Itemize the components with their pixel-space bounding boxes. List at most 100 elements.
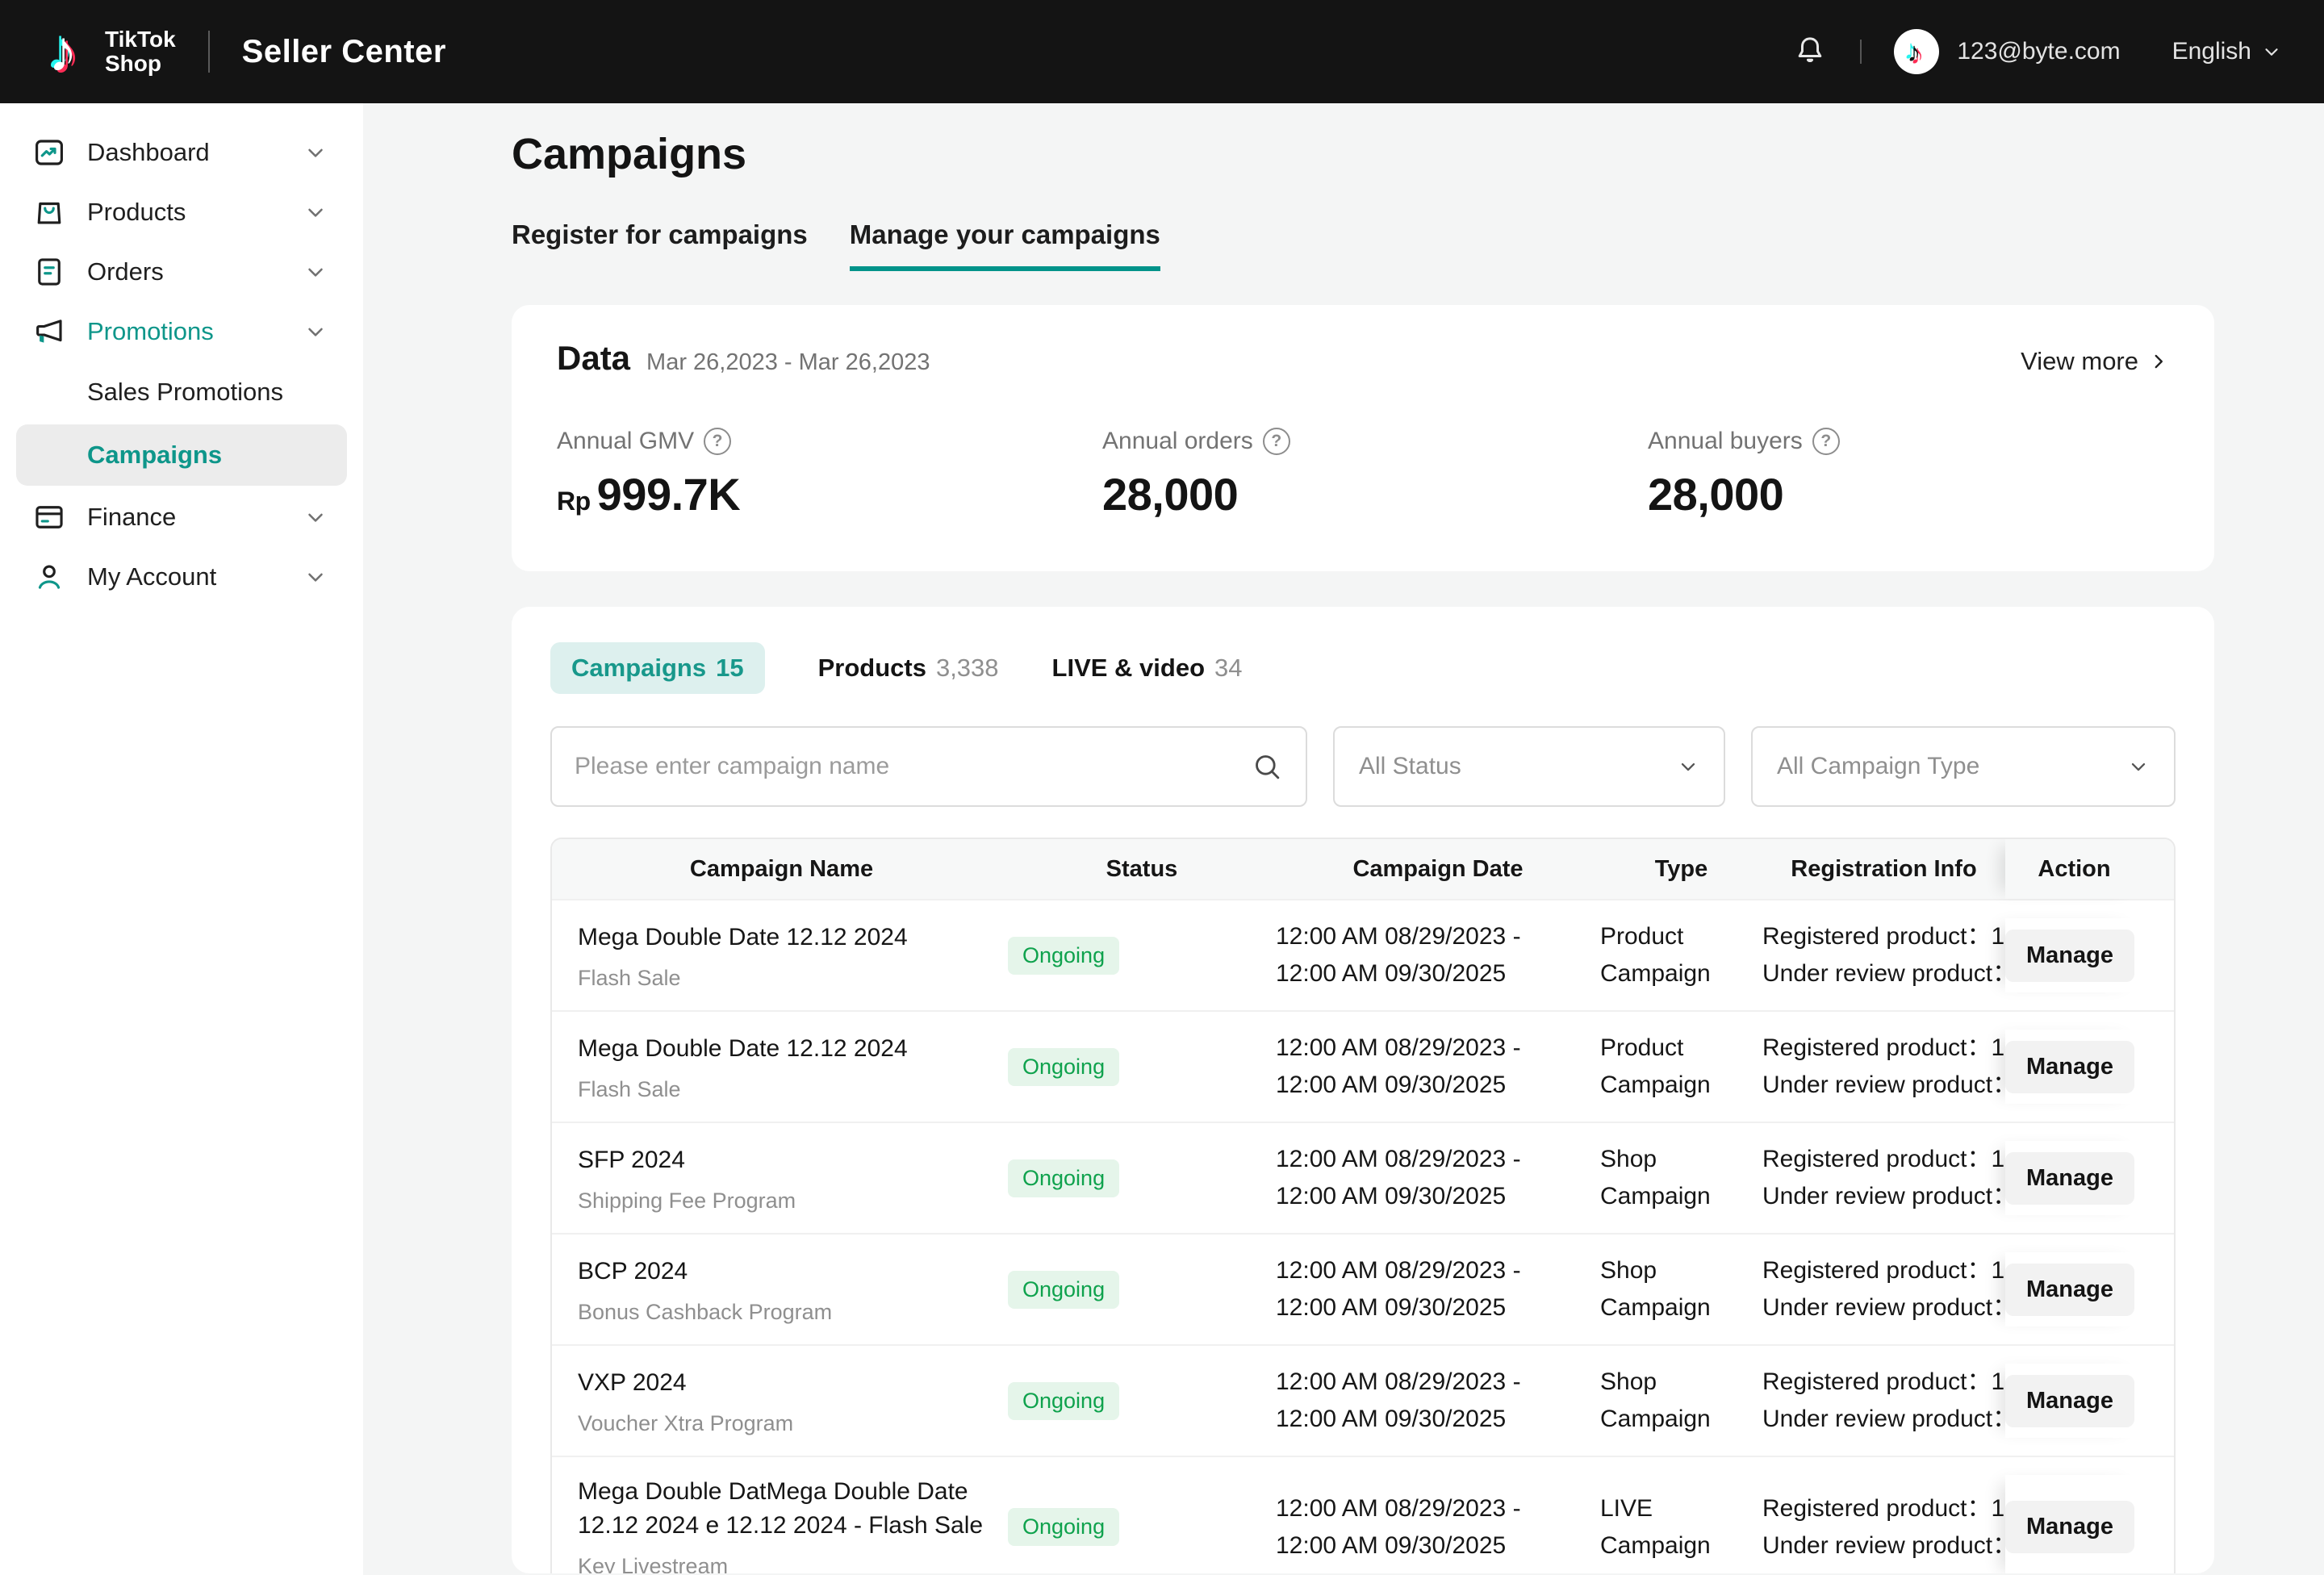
data-card-title: Data	[557, 339, 630, 378]
col-registration-info: Registration Info	[1762, 839, 2005, 899]
status-badge: Ongoing	[1008, 1159, 1119, 1197]
manage-button[interactable]: Manage	[2005, 1375, 2134, 1427]
status-badge: Ongoing	[1008, 937, 1119, 975]
view-more-link[interactable]: View more	[2021, 347, 2169, 376]
sidebar-item-dashboard[interactable]: Dashboard	[0, 123, 363, 182]
search-icon[interactable]	[1251, 750, 1283, 783]
campaign-search	[550, 726, 1307, 807]
notification-bell-icon[interactable]	[1792, 34, 1828, 69]
sidebar-item-my-account[interactable]: My Account	[0, 547, 363, 607]
chevron-down-icon	[303, 260, 328, 284]
sidebar-item-products[interactable]: Products	[0, 182, 363, 242]
tab-register-for-campaigns[interactable]: Register for campaigns	[512, 219, 808, 271]
metric-annual-buyers: Annual buyers? 28,000	[1648, 428, 2169, 520]
products-icon	[32, 195, 66, 229]
topbar: ♪♪♪ TikTokShop Seller Center ♪♪♪ 123@byt…	[0, 0, 2324, 103]
campaign-subtitle: Key Livestream	[578, 1554, 985, 1573]
table-header-row: Campaign Name Status Campaign Date Type …	[552, 839, 2174, 899]
col-campaign-name: Campaign Name	[552, 839, 1008, 899]
tab-products[interactable]: Products 3,338	[818, 642, 999, 694]
sidebar-item-orders[interactable]: Orders	[0, 242, 363, 302]
topbar-divider	[208, 31, 210, 73]
table-row: Mega Double DatMega Double Date 12.12 20…	[552, 1456, 2174, 1573]
campaign-subtitle: Bonus Cashback Program	[578, 1300, 985, 1325]
sidebar-item-promotions[interactable]: Promotions	[0, 302, 363, 361]
manage-button[interactable]: Manage	[2005, 1264, 2134, 1316]
topbar-separator	[1860, 40, 1862, 64]
page-title: Campaigns	[512, 129, 2214, 179]
filter-row: All Status All Campaign Type	[550, 726, 2176, 807]
col-action: Action	[2005, 839, 2143, 899]
data-date-range: Mar 26,2023 - Mar 26,2023	[646, 349, 930, 376]
campaigns-table: Campaign Name Status Campaign Date Type …	[550, 838, 2176, 1573]
status-badge: Ongoing	[1008, 1382, 1119, 1420]
chevron-down-icon	[303, 200, 328, 224]
seller-center-title: Seller Center	[242, 34, 446, 70]
manage-button[interactable]: Manage	[2005, 930, 2134, 982]
tiktok-shop-logo[interactable]: ♪♪♪ TikTokShop	[48, 21, 176, 82]
manage-button[interactable]: Manage	[2005, 1501, 2134, 1553]
campaign-subtitle: Voucher Xtra Program	[578, 1411, 985, 1436]
data-card: Data Mar 26,2023 - Mar 26,2023 View more…	[512, 305, 2214, 571]
status-badge: Ongoing	[1008, 1048, 1119, 1086]
sidebar-item-campaigns[interactable]: Campaigns	[16, 424, 347, 486]
brand-text: TikTokShop	[105, 27, 176, 76]
campaign-name: Mega Double Date 12.12 2024	[578, 1032, 985, 1066]
table-row: Mega Double Date 12.12 2024 Flash Sale O…	[552, 1010, 2174, 1122]
chevron-down-icon	[1677, 755, 1699, 778]
language-selector[interactable]: English	[2172, 38, 2282, 65]
avatar[interactable]: ♪♪♪	[1894, 29, 1939, 74]
main-content: Campaigns Register for campaigns Manage …	[512, 103, 2214, 1575]
chevron-right-icon	[2148, 351, 2169, 372]
question-icon[interactable]: ?	[1263, 428, 1290, 455]
status-badge: Ongoing	[1008, 1271, 1119, 1309]
manage-button[interactable]: Manage	[2005, 1041, 2134, 1093]
page-tabs: Register for campaigns Manage your campa…	[512, 219, 2214, 271]
campaign-name: Mega Double Date 12.12 2024	[578, 921, 985, 955]
campaign-subtitle: Shipping Fee Program	[578, 1189, 985, 1214]
table-row: VXP 2024 Voucher Xtra Program Ongoing 12…	[552, 1344, 2174, 1456]
chevron-down-icon	[303, 140, 328, 165]
campaign-name: Mega Double DatMega Double Date 12.12 20…	[578, 1475, 985, 1543]
manage-button[interactable]: Manage	[2005, 1152, 2134, 1205]
campaign-subtitle: Flash Sale	[578, 1077, 985, 1102]
sidebar-item-sales-promotions[interactable]: Sales Promotions	[0, 361, 363, 423]
sidebar-item-finance[interactable]: Finance	[0, 487, 363, 547]
campaign-name: VXP 2024	[578, 1366, 985, 1400]
metric-annual-gmv: Annual GMV? Rp999.7K	[557, 428, 1102, 520]
metric-annual-orders: Annual orders? 28,000	[1102, 428, 1648, 520]
tab-campaigns[interactable]: Campaigns 15	[550, 642, 765, 694]
finance-icon	[32, 500, 66, 534]
table-row: Mega Double Date 12.12 2024 Flash Sale O…	[552, 899, 2174, 1010]
campaigns-list-card: Campaigns 15 Products 3,338 LIVE & video…	[512, 607, 2214, 1573]
chevron-down-icon	[2127, 755, 2150, 778]
question-icon[interactable]: ?	[704, 428, 731, 455]
orders-icon	[32, 255, 66, 289]
campaign-type-filter-select[interactable]: All Campaign Type	[1751, 726, 2176, 807]
list-tabs: Campaigns 15 Products 3,338 LIVE & video…	[550, 642, 2176, 694]
tab-manage-your-campaigns[interactable]: Manage your campaigns	[850, 219, 1160, 271]
tiktok-logo-icon: ♪♪♪	[48, 21, 100, 82]
search-input[interactable]	[575, 753, 1251, 780]
chevron-down-icon	[2261, 41, 2282, 62]
campaign-subtitle: Flash Sale	[578, 966, 985, 991]
chevron-down-icon	[303, 565, 328, 589]
col-campaign-date: Campaign Date	[1276, 839, 1600, 899]
status-filter-select[interactable]: All Status	[1333, 726, 1725, 807]
account-email: 123@byte.com	[1957, 38, 2120, 65]
account-icon	[32, 560, 66, 594]
col-type: Type	[1600, 839, 1762, 899]
promotions-icon	[32, 315, 66, 349]
campaign-name: SFP 2024	[578, 1143, 985, 1177]
campaign-name: BCP 2024	[578, 1255, 985, 1289]
status-badge: Ongoing	[1008, 1508, 1119, 1546]
currency-label: Rp	[557, 487, 591, 516]
col-status: Status	[1008, 839, 1276, 899]
chevron-down-icon	[303, 505, 328, 529]
tab-live-video[interactable]: LIVE & video 34	[1052, 642, 1243, 694]
table-row: BCP 2024 Bonus Cashback Program Ongoing …	[552, 1233, 2174, 1344]
question-icon[interactable]: ?	[1812, 428, 1840, 455]
table-row: SFP 2024 Shipping Fee Program Ongoing 12…	[552, 1122, 2174, 1233]
dashboard-icon	[32, 136, 66, 169]
chevron-down-icon	[303, 320, 328, 344]
